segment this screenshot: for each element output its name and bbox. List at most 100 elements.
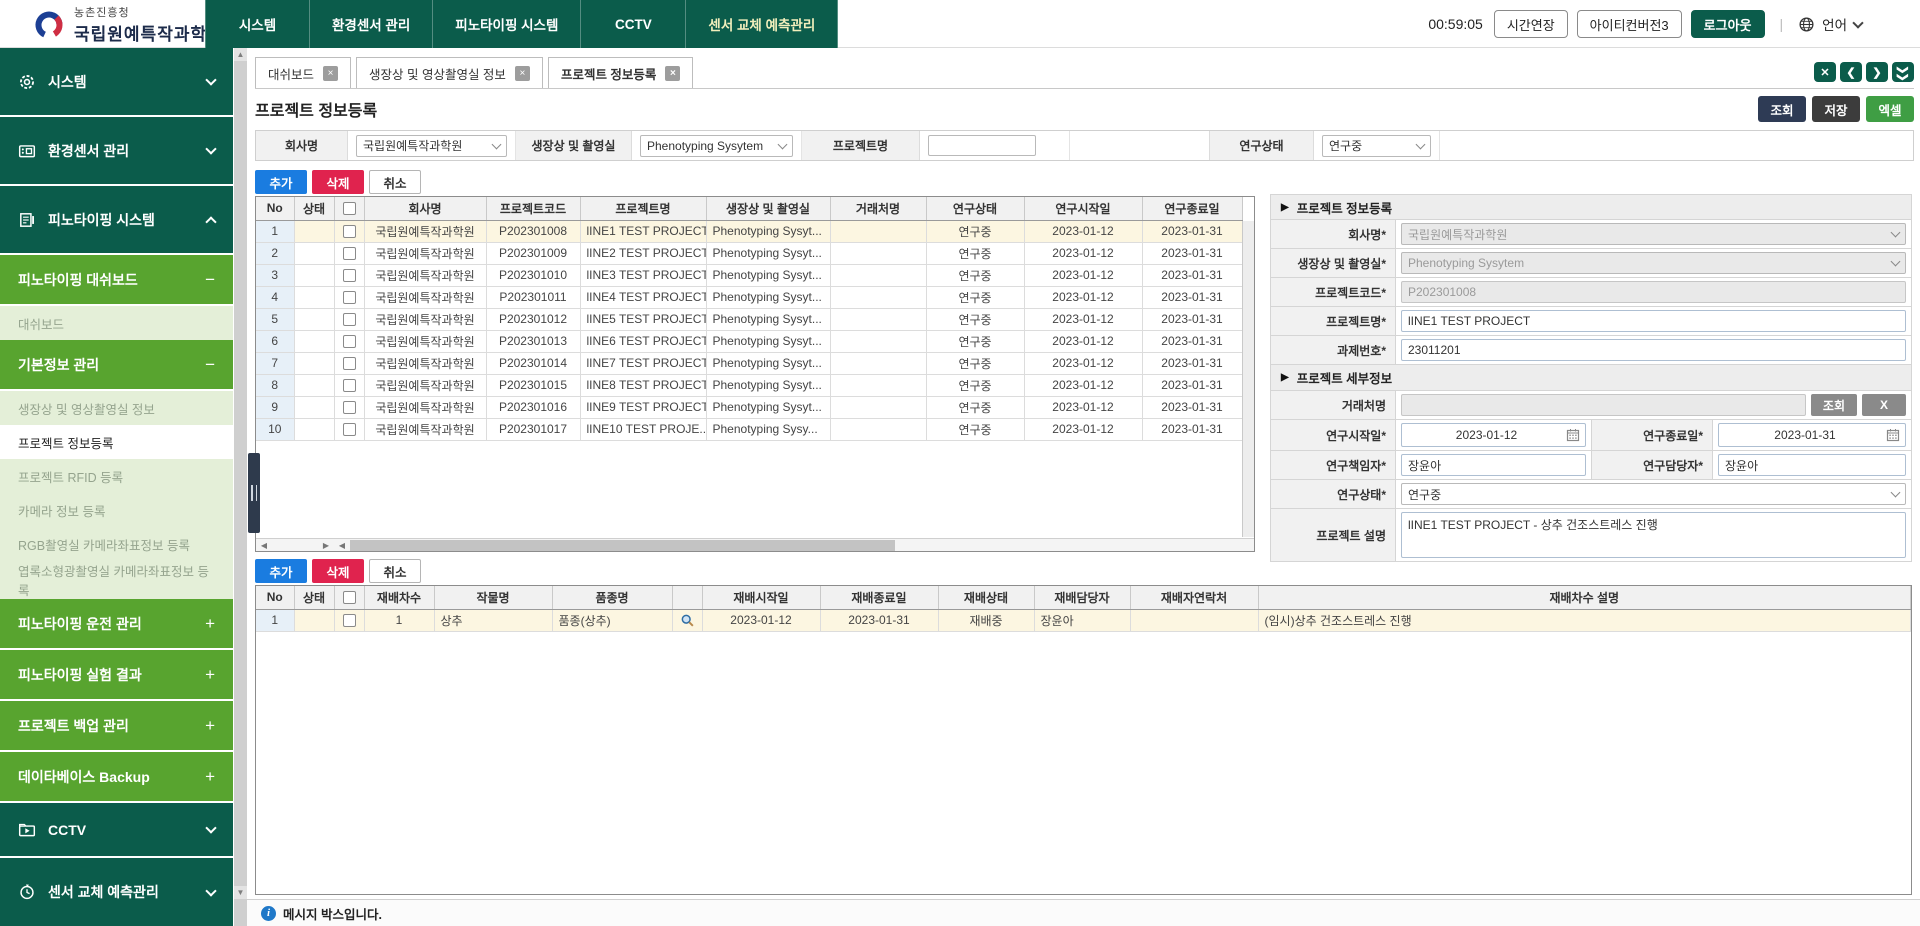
add-button[interactable]: 추가 xyxy=(255,559,307,583)
scroll-down-arrow[interactable]: ▼ xyxy=(234,886,247,899)
column-header[interactable]: 재배차수 xyxy=(364,586,434,609)
project-name-input[interactable] xyxy=(928,135,1036,156)
column-header[interactable]: 연구시작일 xyxy=(1024,197,1142,220)
column-header[interactable]: 재배자연락처 xyxy=(1130,586,1258,609)
column-header[interactable]: 생장상 및 촬영실 xyxy=(706,197,830,220)
nav-item-1[interactable]: 시스템 xyxy=(205,0,310,48)
variety-search-cell[interactable] xyxy=(672,609,702,631)
client-search-button[interactable]: 조회 xyxy=(1811,394,1857,416)
delete-button[interactable]: 삭제 xyxy=(312,559,364,583)
row-checkbox[interactable] xyxy=(343,614,356,627)
language-selector[interactable]: 언어 xyxy=(1798,14,1862,34)
company-select[interactable]: 국립원예특작과학원 xyxy=(356,135,507,157)
table-row[interactable]: 8국립원예특작과학원P202301015lINE8 TEST PROJECTPh… xyxy=(256,374,1242,396)
task-number-input[interactable] xyxy=(1401,339,1906,361)
research-state-select[interactable]: 연구중 xyxy=(1401,483,1906,505)
column-header[interactable] xyxy=(672,586,702,609)
column-header[interactable]: 작물명 xyxy=(434,586,552,609)
logout-button[interactable]: 로그아웃 xyxy=(1691,10,1765,38)
column-header[interactable]: No xyxy=(256,197,294,220)
sidebar-sub-item[interactable]: 프로젝트 RFID 등록 xyxy=(0,459,233,493)
sidebar-group-item[interactable]: 기본정보 관리− xyxy=(0,340,233,391)
tab-list-button[interactable]: ❯❯ xyxy=(1892,62,1914,82)
column-header[interactable]: 재배차수 설명 xyxy=(1258,586,1911,609)
action-button-2[interactable]: 저장 xyxy=(1812,96,1860,122)
hscroll-right-arrow[interactable]: ▶ xyxy=(318,541,334,550)
table-row[interactable]: 2국립원예특작과학원P202301009lINE2 TEST PROJECTPh… xyxy=(256,242,1242,264)
nav-item-4[interactable]: CCTV xyxy=(581,0,686,48)
column-header[interactable]: 상태 xyxy=(294,586,334,609)
cancel-button[interactable]: 취소 xyxy=(369,559,421,583)
sidebar-sub-item[interactable]: 카메라 정보 등록 xyxy=(0,493,233,527)
research-end-date[interactable]: 2023-01-31 xyxy=(1718,423,1906,447)
nav-item-3[interactable]: 피노타이핑 시스템 xyxy=(433,0,581,48)
nav-item-2[interactable]: 환경센서 관리 xyxy=(310,0,433,48)
table-row[interactable]: 10국립원예특작과학원P202301017lINE10 TEST PROJE..… xyxy=(256,418,1242,440)
column-header[interactable]: 프로젝트코드 xyxy=(486,197,580,220)
hscroll-thumb[interactable] xyxy=(350,540,895,551)
sidebar-sub-item[interactable]: 생장상 및 영상촬영실 정보 xyxy=(0,391,233,425)
row-checkbox[interactable] xyxy=(343,291,356,304)
sidebar-sub-item-active[interactable]: 프로젝트 정보등록 xyxy=(0,425,233,459)
cancel-button[interactable]: 취소 xyxy=(369,170,421,194)
action-button-1[interactable]: 조회 xyxy=(1758,96,1806,122)
column-header[interactable]: 재배상태 xyxy=(938,586,1034,609)
sidebar-group-item[interactable]: 데이타베이스 Backup+ xyxy=(0,752,233,803)
column-header[interactable]: 재배종료일 xyxy=(820,586,938,609)
select-all-checkbox[interactable] xyxy=(343,591,356,604)
variety-search-icon[interactable] xyxy=(680,613,695,628)
status-select[interactable]: 연구중 xyxy=(1322,135,1431,157)
delete-button[interactable]: 삭제 xyxy=(312,170,364,194)
client-clear-button[interactable]: X xyxy=(1862,394,1906,416)
project-name-detail-input[interactable] xyxy=(1401,310,1906,332)
sidebar-sub-item[interactable]: 엽록소형광촬영실 카메라좌표정보 등록 xyxy=(0,561,233,599)
panel-splitter-handle[interactable] xyxy=(248,453,260,533)
sidebar-group-item[interactable]: 피노타이핑 대쉬보드− xyxy=(0,255,233,306)
room-detail-select[interactable]: Phenotyping Sysytem xyxy=(1401,252,1906,274)
hscroll-left-arrow2[interactable]: ◀ xyxy=(334,541,350,550)
row-checkbox[interactable] xyxy=(343,401,356,414)
table-row[interactable]: 11상추품종(상추)2023-01-122023-01-31재배중장윤아(임시)… xyxy=(256,609,1911,631)
action-button-3[interactable]: 엑셀 xyxy=(1866,96,1914,122)
column-header[interactable] xyxy=(334,197,364,220)
sidebar-root-item[interactable]: CCTV xyxy=(0,803,233,858)
row-checkbox[interactable] xyxy=(343,423,356,436)
column-header[interactable]: 연구종료일 xyxy=(1142,197,1242,220)
table-row[interactable]: 3국립원예특작과학원P202301010lINE3 TEST PROJECTPh… xyxy=(256,264,1242,286)
column-header[interactable]: No xyxy=(256,586,294,609)
table-row[interactable]: 6국립원예특작과학원P202301013lINE6 TEST PROJECTPh… xyxy=(256,330,1242,352)
tab-3[interactable]: 프로젝트 정보등록× xyxy=(548,57,693,88)
tab-close-icon[interactable]: × xyxy=(323,66,338,81)
room-select[interactable]: Phenotyping Sysytem xyxy=(640,135,793,157)
sidebar-group-item[interactable]: 프로젝트 백업 관리+ xyxy=(0,701,233,752)
row-checkbox[interactable] xyxy=(343,269,356,282)
table-row[interactable]: 5국립원예특작과학원P202301012lINE5 TEST PROJECTPh… xyxy=(256,308,1242,330)
tab-2[interactable]: 생장상 및 영상촬영실 정보× xyxy=(356,57,543,88)
company-detail-select[interactable]: 국립원예특작과학원 xyxy=(1401,223,1906,245)
project-description-textarea[interactable]: lINE1 TEST PROJECT - 상추 건조스트레스 진행 xyxy=(1401,512,1906,558)
calendar-icon[interactable] xyxy=(1886,428,1900,442)
sidebar-group-item[interactable]: 피노타이핑 운전 관리+ xyxy=(0,599,233,650)
row-checkbox[interactable] xyxy=(343,379,356,392)
column-header[interactable]: 프로젝트명 xyxy=(580,197,706,220)
user-button[interactable]: 아이티컨버전3 xyxy=(1577,10,1682,38)
project-grid-vscrollbar[interactable] xyxy=(1242,221,1254,537)
tab-close-icon[interactable]: × xyxy=(665,66,680,81)
row-checkbox[interactable] xyxy=(343,313,356,326)
research-manager-input[interactable] xyxy=(1718,454,1906,476)
row-checkbox[interactable] xyxy=(343,247,356,260)
research-lead-input[interactable] xyxy=(1401,454,1586,476)
prev-tab-button[interactable]: ❮ xyxy=(1840,62,1862,82)
sidebar-sub-item[interactable]: RGB촬영실 카메라좌표정보 등록 xyxy=(0,527,233,561)
column-header[interactable]: 연구상태 xyxy=(926,197,1024,220)
column-header[interactable]: 품종명 xyxy=(552,586,672,609)
sidebar-scrollbar[interactable]: ▲ ▼ xyxy=(234,48,247,926)
table-row[interactable]: 9국립원예특작과학원P202301016lINE9 TEST PROJECTPh… xyxy=(256,396,1242,418)
row-checkbox[interactable] xyxy=(343,357,356,370)
org-logo[interactable]: 농촌진흥청 국립원예특작과학원 xyxy=(34,4,224,45)
table-row[interactable]: 7국립원예특작과학원P202301014lINE7 TEST PROJECTPh… xyxy=(256,352,1242,374)
column-header[interactable]: 회사명 xyxy=(364,197,486,220)
next-tab-button[interactable]: ❯ xyxy=(1866,62,1888,82)
row-checkbox[interactable] xyxy=(343,225,356,238)
row-checkbox[interactable] xyxy=(343,335,356,348)
